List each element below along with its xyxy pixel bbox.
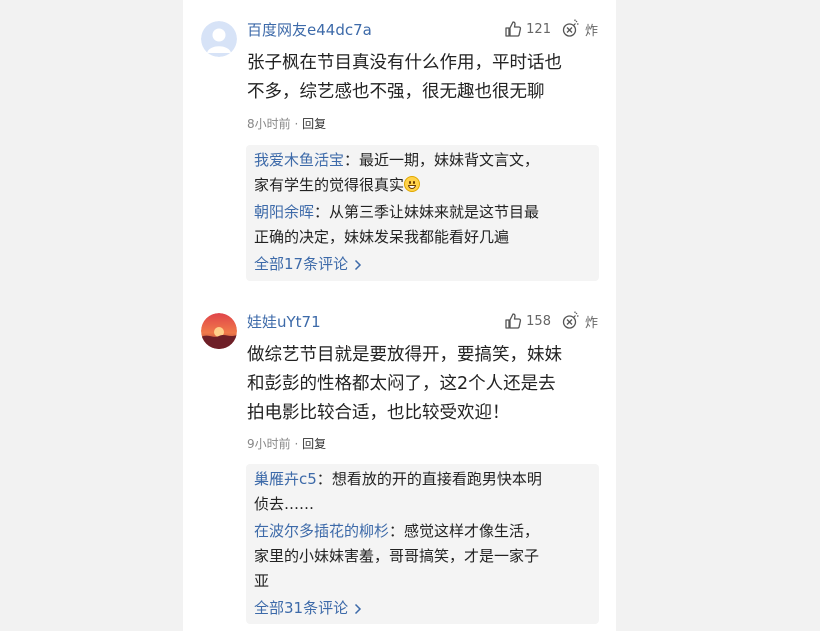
reply-text: 亚	[254, 572, 270, 590]
reply-username[interactable]: 我爱木鱼活宝	[254, 151, 344, 169]
reply-item: 在波尔多插花的柳杉：感觉这样才像生活， 家里的小妹妹害羞，哥哥搞笑，才是一家子 …	[254, 519, 590, 594]
comment-line: 做综艺节目就是要放得开，要搞笑，妹妹	[247, 345, 562, 365]
bomb-icon	[562, 19, 579, 37]
reply-text: 最近一期，妹妹背文言文，	[359, 151, 540, 169]
reply-text: 想看放的开的直接看跑男快本明	[331, 470, 542, 488]
chevron-right-icon	[355, 603, 362, 614]
user-avatar[interactable]	[201, 313, 237, 349]
view-all-replies-link[interactable]: 全部17条评论	[254, 252, 590, 277]
bomb-label: 炸	[584, 315, 598, 331]
username[interactable]: 娃娃uYt71	[247, 311, 321, 332]
bomb-icon	[562, 311, 579, 329]
reply-text: 侦去……	[254, 495, 315, 513]
comment-list: 百度网友e44dc7a 121 炸 张子枫在节目真没有什么作用，平时话也 不多，…	[183, 0, 616, 631]
bomb-button[interactable]: 炸	[561, 19, 598, 39]
reply-text: 正确的决定，妹妹发呆我都能看好几遍	[254, 228, 510, 246]
meta-separator: ·	[294, 117, 299, 131]
reply-username[interactable]: 在波尔多插花的柳杉	[254, 522, 389, 540]
comment-meta: 9小时前 · 回复	[247, 435, 326, 452]
reply-box: 巢雁卉c5：想看放的开的直接看跑男快本明 侦去…… 在波尔多插花的柳杉：感觉这样…	[246, 464, 599, 624]
thumbs-up-icon	[505, 21, 522, 37]
meta-separator: ·	[294, 437, 299, 451]
reply-colon: ：	[316, 470, 332, 488]
comment-text: 做综艺节目就是要放得开，要搞笑，妹妹 和彭彭的性格都太闷了，这2个人还是去 拍电…	[247, 341, 602, 428]
reply-text: 感觉这样才像生活，	[404, 522, 540, 540]
reply-text: 家有学生的觉得很真实	[254, 176, 405, 194]
reply-button[interactable]: 回复	[302, 117, 326, 131]
bomb-button[interactable]: 炸	[561, 311, 598, 331]
thumbs-up-icon	[505, 313, 522, 329]
like-button[interactable]: 121	[504, 20, 551, 38]
view-all-label: 全部31条评论	[254, 599, 349, 617]
chevron-right-icon	[355, 259, 362, 270]
reply-username[interactable]: 朝阳余晖	[254, 203, 314, 221]
reply-button[interactable]: 回复	[302, 437, 326, 451]
user-avatar[interactable]	[201, 21, 237, 57]
reply-box: 我爱木鱼活宝：最近一期，妹妹背文言文， 家有学生的觉得很真实 朝阳余晖：从第三季…	[246, 145, 599, 281]
reply-username[interactable]: 巢雁卉c5	[254, 470, 317, 488]
grinning-emoji-icon	[404, 176, 421, 192]
like-count: 158	[526, 313, 551, 329]
view-all-replies-link[interactable]: 全部31条评论	[254, 596, 590, 621]
comment-line: 不多，综艺感也不强，很无趣也很无聊	[247, 82, 545, 102]
sunset-avatar-icon	[201, 313, 237, 349]
comment-line: 和彭彭的性格都太闷了，这2个人还是去	[247, 374, 556, 394]
reply-item: 朝阳余晖：从第三季让妹妹来就是这节目最 正确的决定，妹妹发呆我都能看好几遍	[254, 200, 590, 250]
default-user-avatar-icon	[201, 21, 237, 57]
bomb-label: 炸	[584, 23, 598, 39]
comment-meta: 8小时前 · 回复	[247, 115, 326, 132]
username[interactable]: 百度网友e44dc7a	[247, 19, 372, 40]
timestamp: 9小时前	[247, 437, 291, 451]
comment-actions: 158 炸	[504, 311, 598, 331]
comment-text: 张子枫在节目真没有什么作用，平时话也 不多，综艺感也不强，很无趣也很无聊	[247, 49, 602, 107]
reply-colon: ：	[314, 203, 330, 221]
like-button[interactable]: 158	[504, 312, 551, 330]
reply-text: 家里的小妹妹害羞，哥哥搞笑，才是一家子	[254, 547, 540, 565]
comment-actions: 121 炸	[504, 19, 598, 39]
view-all-label: 全部17条评论	[254, 255, 349, 273]
reply-item: 我爱木鱼活宝：最近一期，妹妹背文言文， 家有学生的觉得很真实	[254, 148, 590, 198]
like-count: 121	[526, 21, 551, 37]
reply-item: 巢雁卉c5：想看放的开的直接看跑男快本明 侦去……	[254, 467, 590, 517]
reply-colon: ：	[344, 151, 360, 169]
reply-colon: ：	[389, 522, 405, 540]
timestamp: 8小时前	[247, 117, 291, 131]
reply-text: 从第三季让妹妹来就是这节目最	[329, 203, 540, 221]
comment-line: 张子枫在节目真没有什么作用，平时话也	[247, 53, 562, 73]
comment-line: 拍电影比较合适，也比较受欢迎！	[247, 403, 510, 423]
